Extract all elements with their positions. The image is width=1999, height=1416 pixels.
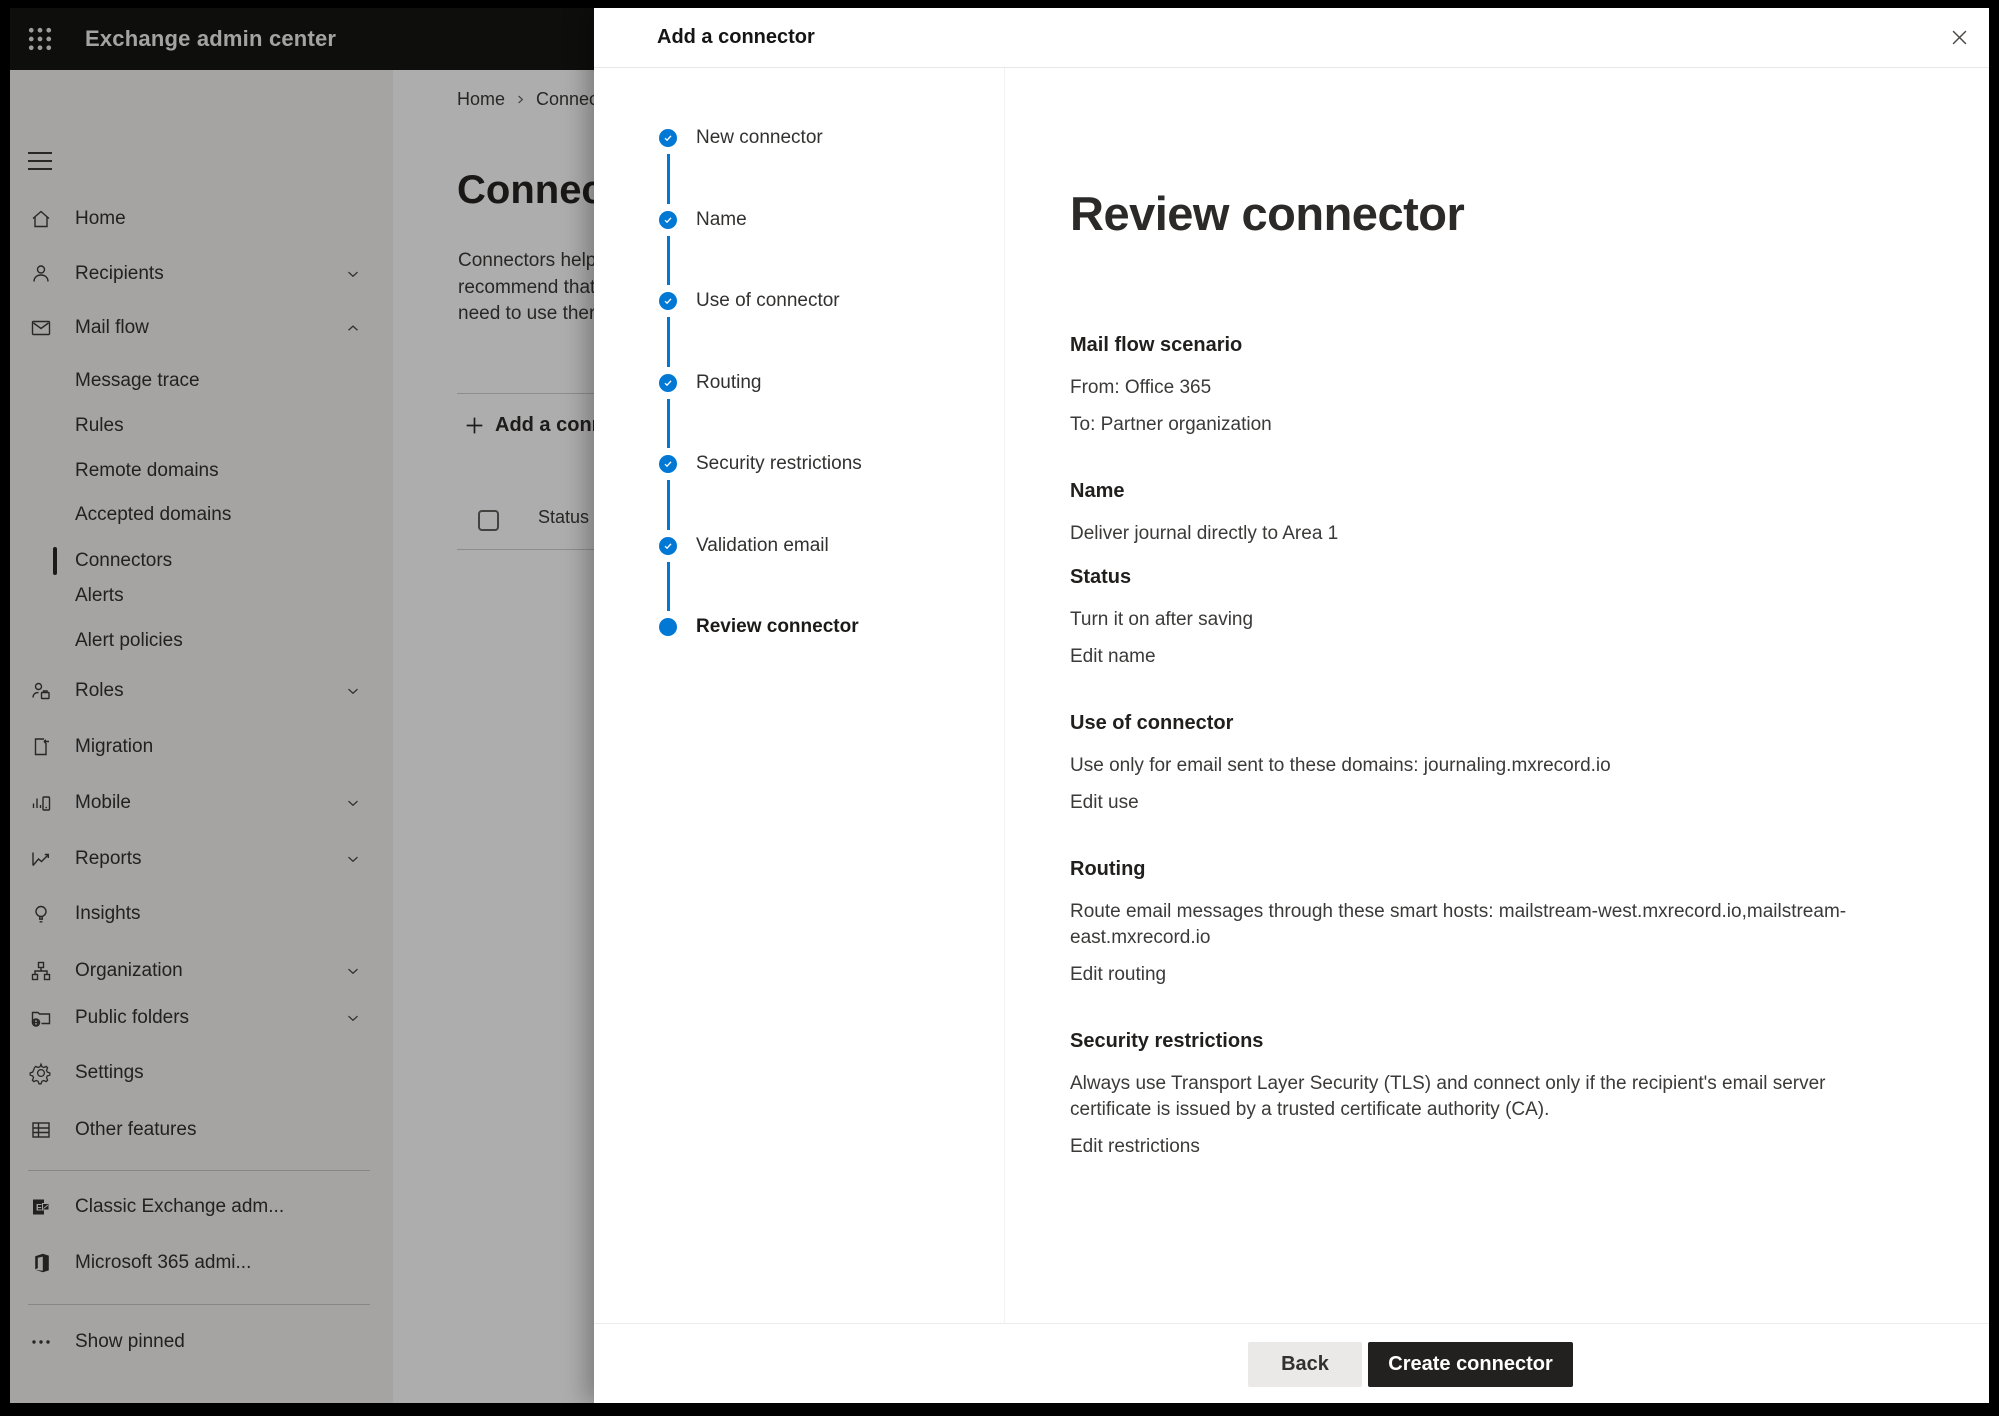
section-title: Routing — [1070, 856, 1870, 883]
review-content: Review connector Mail flow scenario From… — [1070, 8, 1870, 1160]
step-connector-line — [667, 480, 670, 530]
panel-footer-divider — [594, 1323, 1989, 1324]
step-connector-line — [667, 154, 670, 204]
section-title: Mail flow scenario — [1070, 332, 1870, 359]
step-routing[interactable]: Routing — [594, 370, 974, 396]
step-review-connector[interactable]: Review connector — [594, 614, 974, 640]
status-title: Status — [1070, 564, 1870, 591]
routing-value: Route email messages through these smart… — [1070, 899, 1870, 951]
section-routing: Routing Route email messages through the… — [1070, 856, 1870, 988]
step-use-of-connector[interactable]: Use of connector — [594, 288, 974, 314]
connector-name-value: Deliver journal directly to Area 1 — [1070, 521, 1870, 547]
step-complete-icon — [659, 455, 677, 473]
edit-restrictions-row: Edit restrictions — [1070, 1134, 1870, 1160]
screenshot-frame: Exchange admin center Home Recipients Ma… — [0, 0, 1999, 1416]
edit-routing-row: Edit routing — [1070, 962, 1870, 988]
mail-flow-to: To: Partner organization — [1070, 412, 1870, 438]
use-of-connector-value: Use only for email sent to these domains… — [1070, 753, 1870, 779]
section-use-of-connector: Use of connector Use only for email sent… — [1070, 710, 1870, 816]
edit-use-row: Edit use — [1070, 790, 1870, 816]
section-security-restrictions: Security restrictions Always use Transpo… — [1070, 1028, 1870, 1160]
step-security-restrictions[interactable]: Security restrictions — [594, 451, 974, 477]
step-connector-line — [667, 562, 670, 611]
section-title: Security restrictions — [1070, 1028, 1870, 1055]
step-complete-icon — [659, 292, 677, 310]
edit-name-link[interactable]: Edit name — [1070, 646, 1156, 667]
section-mail-flow-scenario: Mail flow scenario From: Office 365 To: … — [1070, 332, 1870, 438]
review-heading: Review connector — [1070, 186, 1870, 242]
step-connector-line — [667, 236, 670, 285]
step-complete-icon — [659, 211, 677, 229]
status-value: Turn it on after saving — [1070, 607, 1870, 633]
edit-name-row: Edit name — [1070, 644, 1870, 670]
add-connector-panel: Add a connector New connector Name Use o… — [594, 8, 1989, 1403]
panel-title: Add a connector — [657, 8, 815, 67]
app-window: Exchange admin center Home Recipients Ma… — [10, 8, 1989, 1403]
step-validation-email[interactable]: Validation email — [594, 533, 974, 559]
step-complete-icon — [659, 374, 677, 392]
edit-use-link[interactable]: Edit use — [1070, 792, 1139, 813]
create-connector-button[interactable]: Create connector — [1368, 1342, 1573, 1387]
step-connector-line — [667, 317, 670, 367]
step-complete-icon — [659, 537, 677, 555]
step-complete-icon — [659, 129, 677, 147]
stepper-divider — [1004, 68, 1005, 1323]
step-connector-line — [667, 399, 670, 448]
mail-flow-from: From: Office 365 — [1070, 375, 1870, 401]
edit-restrictions-link[interactable]: Edit restrictions — [1070, 1136, 1200, 1157]
close-icon[interactable] — [1946, 24, 1972, 50]
step-new-connector[interactable]: New connector — [594, 125, 974, 151]
step-name[interactable]: Name — [594, 207, 974, 233]
back-button[interactable]: Back — [1248, 1342, 1362, 1387]
edit-routing-link[interactable]: Edit routing — [1070, 964, 1166, 985]
section-name: Name Deliver journal directly to Area 1 … — [1070, 478, 1870, 670]
section-title: Use of connector — [1070, 710, 1870, 737]
section-title: Name — [1070, 478, 1870, 505]
security-restrictions-value: Always use Transport Layer Security (TLS… — [1070, 1071, 1870, 1123]
step-current-icon — [659, 618, 677, 636]
